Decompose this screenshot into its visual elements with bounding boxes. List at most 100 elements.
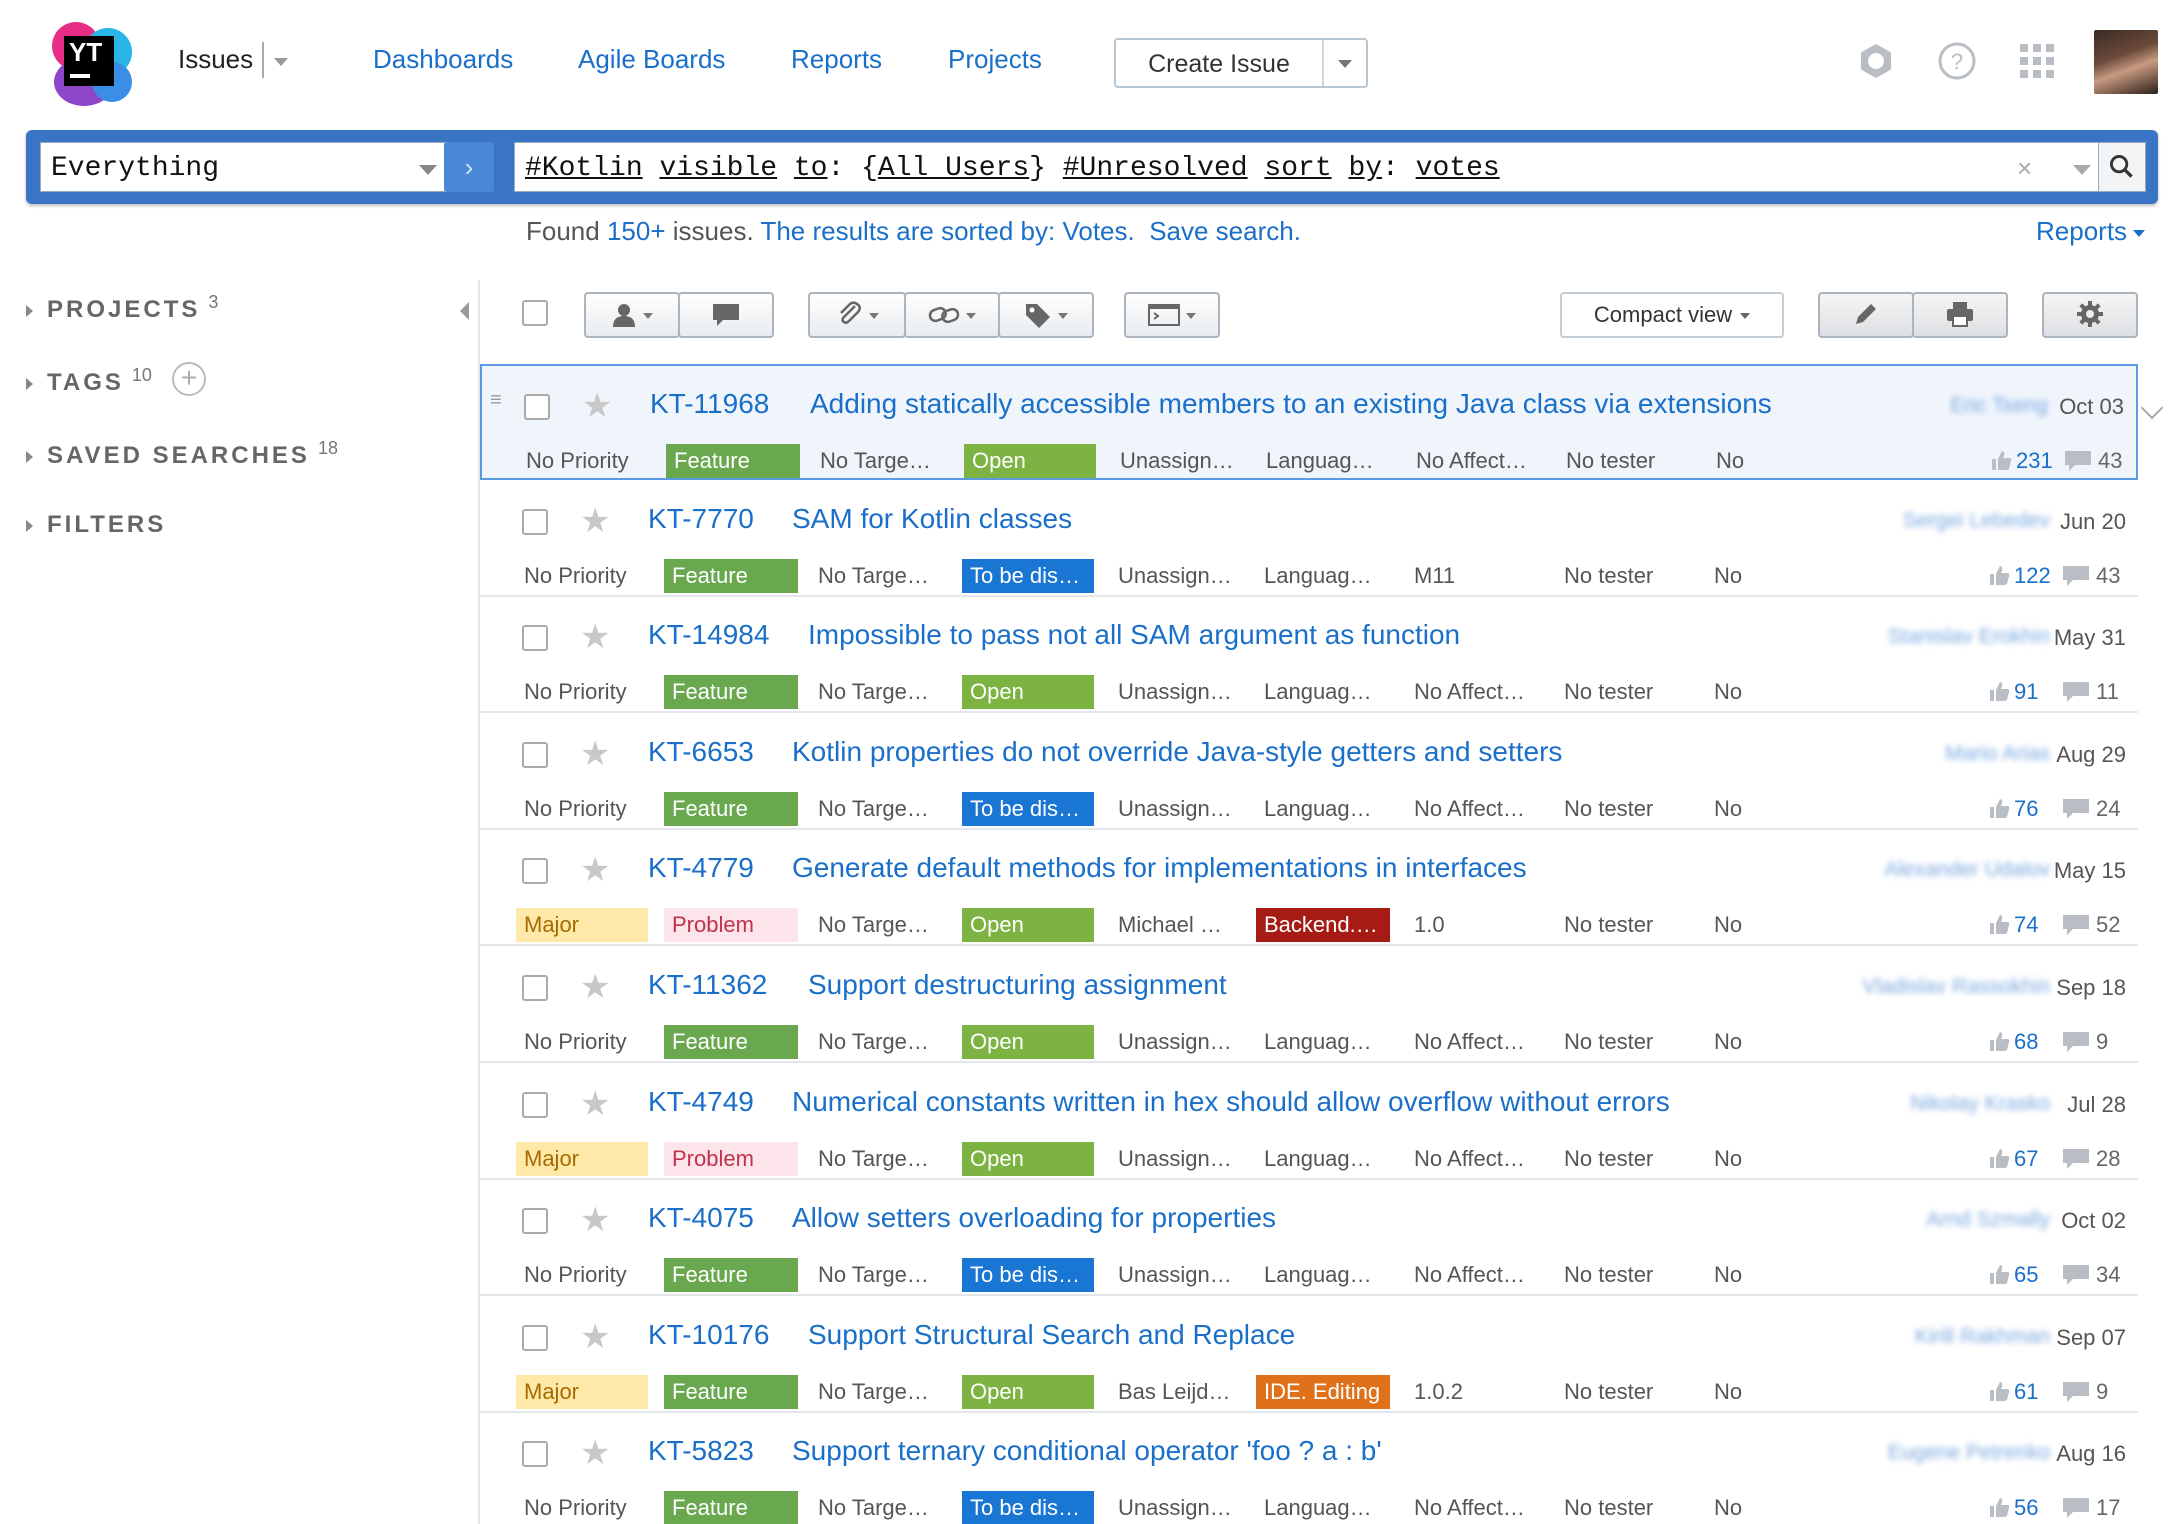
star-icon[interactable]: ★ — [580, 1200, 610, 1240]
field-type[interactable]: Feature — [664, 1258, 798, 1293]
nav-agile-boards[interactable]: Agile Boards — [578, 44, 725, 75]
field-flag[interactable]: No — [1706, 1375, 1766, 1409]
vote-count[interactable]: 67 — [1988, 1142, 2038, 1176]
comment-button[interactable] — [678, 292, 774, 338]
issue-row[interactable]: ★ KT-5823 Support ternary conditional oper… — [480, 1413, 2138, 1524]
field-state[interactable]: To be dis… — [962, 558, 1094, 593]
field-type[interactable]: Feature — [664, 675, 798, 710]
reporter-name[interactable]: Nikolay Krasko — [1910, 1092, 2050, 1116]
star-icon[interactable]: ★ — [580, 501, 610, 541]
field-subsystem[interactable]: IDE. Editing — [1256, 1374, 1390, 1409]
field-priority[interactable]: No Priority — [516, 1258, 648, 1292]
issue-row[interactable]: ★ KT-4075 Allow setters overloading for pr… — [480, 1180, 2138, 1297]
field-priority[interactable]: Major — [516, 1374, 648, 1409]
sort-order-link[interactable]: The results are sorted by: Votes. — [760, 216, 1134, 246]
field-flag[interactable]: No — [1706, 792, 1766, 826]
field-target[interactable]: No Targe… — [812, 444, 942, 478]
reporter-name[interactable]: Mario Arias — [1945, 742, 2050, 766]
vote-count[interactable]: 74 — [1988, 908, 2038, 942]
add-tag-icon[interactable]: + — [172, 362, 206, 396]
issue-row[interactable]: ★ KT-14984 Impossible to pass not all SAM … — [480, 597, 2138, 714]
star-icon[interactable]: ★ — [580, 967, 610, 1007]
field-target[interactable]: No Targe… — [810, 1142, 940, 1176]
field-target[interactable]: No Targe… — [810, 1258, 940, 1292]
link-button[interactable] — [904, 292, 1000, 338]
vote-count[interactable]: 231 — [1990, 444, 2053, 478]
query-token[interactable]: #Kotlin — [525, 153, 643, 184]
field-subsystem[interactable]: Languag… — [1256, 1142, 1390, 1176]
issue-row[interactable]: ★ KT-6653 Kotlin properties do not overrid… — [480, 714, 2138, 830]
field-subsystem[interactable]: Languag… — [1256, 1025, 1390, 1059]
star-icon[interactable]: ★ — [580, 850, 610, 890]
query-token[interactable]: votes — [1416, 153, 1500, 184]
assign-button[interactable] — [584, 292, 680, 338]
edit-button[interactable] — [1818, 292, 1914, 338]
star-icon[interactable]: ★ — [580, 617, 610, 657]
tag-button[interactable] — [998, 292, 1094, 338]
vote-count[interactable]: 61 — [1988, 1375, 2038, 1409]
field-assignee[interactable]: Unassign… — [1110, 1258, 1240, 1292]
chevron-down-icon[interactable] — [274, 58, 288, 66]
field-affected[interactable]: No Affect… — [1406, 1258, 1536, 1292]
comment-count[interactable]: 17 — [2062, 1491, 2120, 1524]
field-state[interactable]: Open — [962, 908, 1094, 943]
field-target[interactable]: No Targe… — [810, 559, 940, 593]
field-subsystem[interactable]: Languag… — [1256, 559, 1390, 593]
query-token[interactable]: by — [1348, 153, 1382, 184]
issue-summary-link[interactable]: Numerical constants written in hex shoul… — [792, 1086, 1670, 1118]
query-token[interactable]: visible — [659, 153, 777, 184]
issue-summary-link[interactable]: Support Structural Search and Replace — [808, 1319, 1295, 1351]
sidebar-item-filters[interactable]: FILTERS — [26, 511, 166, 539]
comment-count[interactable]: 11 — [2062, 675, 2119, 709]
collapse-sidebar-icon[interactable] — [460, 302, 469, 320]
field-tester[interactable]: No tester — [1556, 675, 1686, 709]
comment-count[interactable]: 24 — [2062, 792, 2120, 826]
field-type[interactable]: Feature — [666, 444, 800, 478]
field-flag[interactable]: No — [1706, 1258, 1766, 1292]
create-issue-button[interactable]: Create Issue — [1114, 38, 1368, 88]
issue-id-link[interactable]: KT-4749 — [648, 1086, 754, 1118]
search-input[interactable]: #Kotlin visible to: {All Users} #Unresol… — [514, 142, 2114, 192]
issue-checkbox[interactable] — [522, 975, 548, 1001]
reporter-name[interactable]: Eric Tseng — [1950, 394, 2048, 418]
field-type[interactable]: Feature — [664, 791, 798, 826]
field-assignee[interactable]: Unassign… — [1110, 675, 1240, 709]
vote-count[interactable]: 76 — [1988, 792, 2038, 826]
reporter-name[interactable]: Vladislav Rassokhin — [1862, 975, 2050, 999]
query-token[interactable]: sort — [1264, 153, 1331, 184]
field-type[interactable]: Feature — [664, 1374, 798, 1409]
comment-count[interactable]: 34 — [2062, 1258, 2120, 1292]
field-flag[interactable]: No — [1706, 908, 1766, 942]
print-button[interactable] — [1912, 292, 2008, 338]
field-state[interactable]: Open — [962, 1374, 1094, 1409]
field-type[interactable]: Problem — [664, 908, 798, 943]
comment-count[interactable]: 52 — [2062, 908, 2120, 942]
field-subsystem[interactable]: Languag… — [1258, 444, 1392, 478]
chevron-down-icon[interactable] — [1338, 60, 1352, 68]
issue-checkbox[interactable] — [522, 741, 548, 768]
field-state[interactable]: Open — [962, 675, 1094, 710]
field-tester[interactable]: No tester — [1556, 1491, 1686, 1524]
command-button[interactable] — [1124, 292, 1220, 338]
field-assignee[interactable]: Unassign… — [1110, 1025, 1240, 1059]
issue-id-link[interactable]: KT-4779 — [648, 852, 754, 884]
field-tester[interactable]: No tester — [1556, 1258, 1686, 1292]
sidebar-item-saved-searches[interactable]: SAVED SEARCHES 18 — [26, 438, 338, 470]
issue-summary-link[interactable]: Support destructuring assignment — [808, 969, 1227, 1001]
select-all-checkbox[interactable] — [522, 300, 548, 326]
field-tester[interactable]: No tester — [1556, 908, 1686, 942]
star-icon[interactable]: ★ — [580, 1084, 610, 1124]
issue-checkbox[interactable] — [522, 1208, 548, 1235]
field-subsystem[interactable]: Languag… — [1256, 792, 1390, 826]
field-priority[interactable]: No Priority — [516, 675, 648, 709]
chevron-down-icon[interactable] — [2140, 396, 2164, 420]
field-flag[interactable]: No — [1708, 444, 1768, 478]
issue-id-link[interactable]: KT-4075 — [648, 1202, 754, 1234]
field-subsystem[interactable]: Backend.… — [1256, 908, 1390, 943]
issue-summary-link[interactable]: Impossible to pass not all SAM argument … — [808, 619, 1460, 651]
comment-count[interactable]: 43 — [2064, 444, 2122, 478]
field-priority[interactable]: No Priority — [518, 444, 650, 478]
field-affected[interactable]: No Affect… — [1406, 1025, 1536, 1059]
issue-checkbox[interactable] — [522, 625, 548, 652]
nav-reports[interactable]: Reports — [791, 44, 882, 75]
